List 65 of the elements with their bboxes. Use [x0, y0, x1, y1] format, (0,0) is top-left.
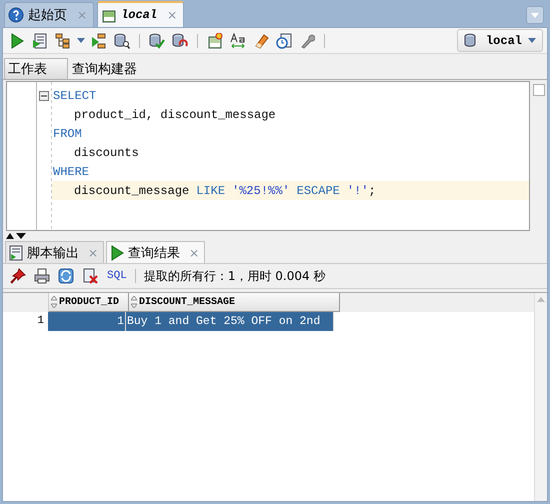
sort-icon: [131, 296, 137, 308]
output-tab[interactable]: 脚本输出 ×: [5, 241, 104, 263]
sql-link[interactable]: SQL: [107, 270, 127, 282]
sql-file-icon: [207, 32, 223, 48]
caret-icon: [528, 38, 536, 43]
scrollbar[interactable]: [534, 293, 547, 501]
caret-icon: [531, 12, 539, 18]
splitter-arrows-icon[interactable]: [5, 232, 27, 238]
document-tab[interactable]: 起始页 ×: [4, 2, 94, 27]
tab-label: 脚本输出: [27, 244, 79, 262]
tree-play-icon: [91, 32, 107, 48]
editor-tab[interactable]: 工作表: [4, 58, 68, 79]
table-cell[interactable]: Buy 1 and Get 25% OFF on 2nd: [126, 312, 334, 331]
collapse-icon[interactable]: [39, 90, 49, 100]
code-token: '%25!%%': [232, 184, 290, 198]
document-play-icon: [8, 244, 24, 260]
column-header[interactable]: DISCOUNT_MESSAGE: [129, 293, 340, 312]
database-undo-icon: [172, 32, 188, 48]
eraser-icon: [253, 32, 269, 48]
tab-label: 起始页: [28, 7, 67, 24]
font-case-icon: [230, 32, 246, 48]
toolbar-button[interactable]: [8, 266, 28, 286]
database-check-icon: [149, 32, 165, 48]
toolbar-button[interactable]: [32, 266, 52, 286]
play-icon: [109, 244, 126, 260]
printer-icon: [34, 268, 50, 284]
delete-document-icon: [82, 268, 98, 284]
code-token: ;: [368, 184, 376, 198]
clock-document-icon: [276, 32, 292, 48]
toolbar-button[interactable]: [112, 30, 132, 50]
status-text: 提取的所有行：1，用时 0.004 秒: [144, 268, 326, 284]
database-search-icon: [114, 32, 130, 48]
help-icon: [8, 7, 24, 23]
refresh-icon: [58, 268, 74, 284]
row-number: 1: [36, 314, 45, 329]
column-header[interactable]: PRODUCT_ID: [49, 293, 129, 312]
sort-icon: [51, 296, 57, 308]
caret-icon[interactable]: [77, 38, 85, 43]
code-editor[interactable]: SELECT product_id, discount_message FROM discounts WHERE discount_message LIKE '%25!%%' ESCAPE '!';: [6, 81, 530, 231]
overview-box: [532, 84, 544, 96]
connection-dropdown[interactable]: local: [456, 29, 543, 52]
toolbar-button[interactable]: [56, 266, 76, 286]
code-token: product_id, discount_message: [74, 108, 276, 122]
code-token: '!': [346, 184, 368, 198]
play-icon: [9, 32, 25, 48]
toolbar-button[interactable]: [274, 30, 294, 50]
header-label: PRODUCT_ID: [59, 296, 120, 308]
code-token: ESCAPE: [296, 184, 340, 198]
document-tab[interactable]: local ×: [97, 1, 184, 27]
document-play-icon: [32, 32, 48, 48]
code-token: LIKE: [196, 184, 226, 198]
tab-label: local: [121, 8, 158, 22]
code-token: WHERE: [53, 164, 90, 178]
code-token: SELECT: [53, 88, 96, 102]
output-tab[interactable]: 查询结果 ×: [106, 241, 206, 263]
tree-icon: [55, 32, 71, 48]
table-cell[interactable]: 1: [48, 312, 126, 331]
header-label: DISCOUNT_MESSAGE: [139, 296, 236, 308]
code-token: FROM: [53, 126, 82, 140]
code-token: discounts: [74, 146, 139, 160]
pin-icon: [10, 268, 26, 284]
editor-tab[interactable]: 查询构建器: [68, 58, 145, 79]
toolbar-button[interactable]: [147, 30, 167, 50]
code-token: discount_message: [74, 184, 190, 198]
tab-label: 查询结果: [128, 244, 180, 262]
